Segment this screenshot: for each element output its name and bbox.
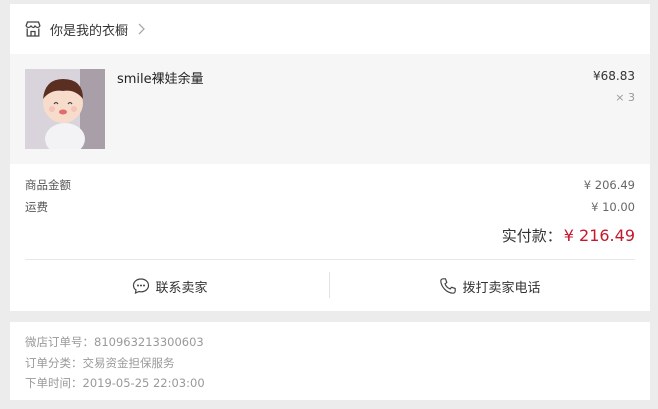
product-row[interactable]: smile裸娃余量 ¥68.83 × 3 <box>10 54 650 164</box>
contact-seller-label: 联系卖家 <box>155 280 208 296</box>
goods-amount-label: 商品金额 <box>25 178 71 192</box>
order-time: 下单时间：2019-05-25 22:03:00 <box>25 376 205 390</box>
paid-total-row: 实付款： ¥ 216.49 <box>502 225 635 246</box>
shop-header[interactable]: 你是我的衣橱 <box>10 4 650 54</box>
goods-amount-value: ¥ 206.49 <box>583 178 635 192</box>
product-thumbnail[interactable] <box>25 69 105 149</box>
contact-seller-button[interactable]: 联系卖家 <box>10 266 330 306</box>
order-info-card: 微店订单号：810963213300603 订单分类：交易资金担保服务 下单时间… <box>10 322 650 400</box>
divider <box>25 259 635 260</box>
shipping-row: 运费 ¥ 10.00 <box>25 197 635 217</box>
order-category: 订单分类：交易资金担保服务 <box>25 356 175 370</box>
store-icon <box>25 21 41 37</box>
paid-label: 实付款： <box>501 227 562 245</box>
order-card: 你是我的衣橱 smile裸娃余量 ¥68.83 × 3 商品金额 ¥ 206.4… <box>10 4 650 311</box>
shipping-value: ¥ 10.00 <box>591 200 635 214</box>
product-price: ¥68.83 <box>593 69 635 83</box>
chevron-right-icon <box>138 23 145 35</box>
shop-name: 你是我的衣橱 <box>50 23 129 39</box>
doll-image <box>25 69 105 149</box>
call-seller-label: 拨打卖家电话 <box>462 280 541 296</box>
product-title[interactable]: smile裸娃余量 <box>117 68 204 87</box>
shipping-label: 运费 <box>25 200 48 214</box>
call-seller-button[interactable]: 拨打卖家电话 <box>330 266 650 306</box>
chat-bubble-icon <box>133 278 150 294</box>
order-number: 微店订单号：810963213300603 <box>25 335 204 349</box>
paid-value: ¥ 216.49 <box>563 226 635 245</box>
phone-icon <box>440 278 457 294</box>
product-quantity: × 3 <box>615 91 635 104</box>
goods-amount-row: 商品金额 ¥ 206.49 <box>25 175 635 195</box>
